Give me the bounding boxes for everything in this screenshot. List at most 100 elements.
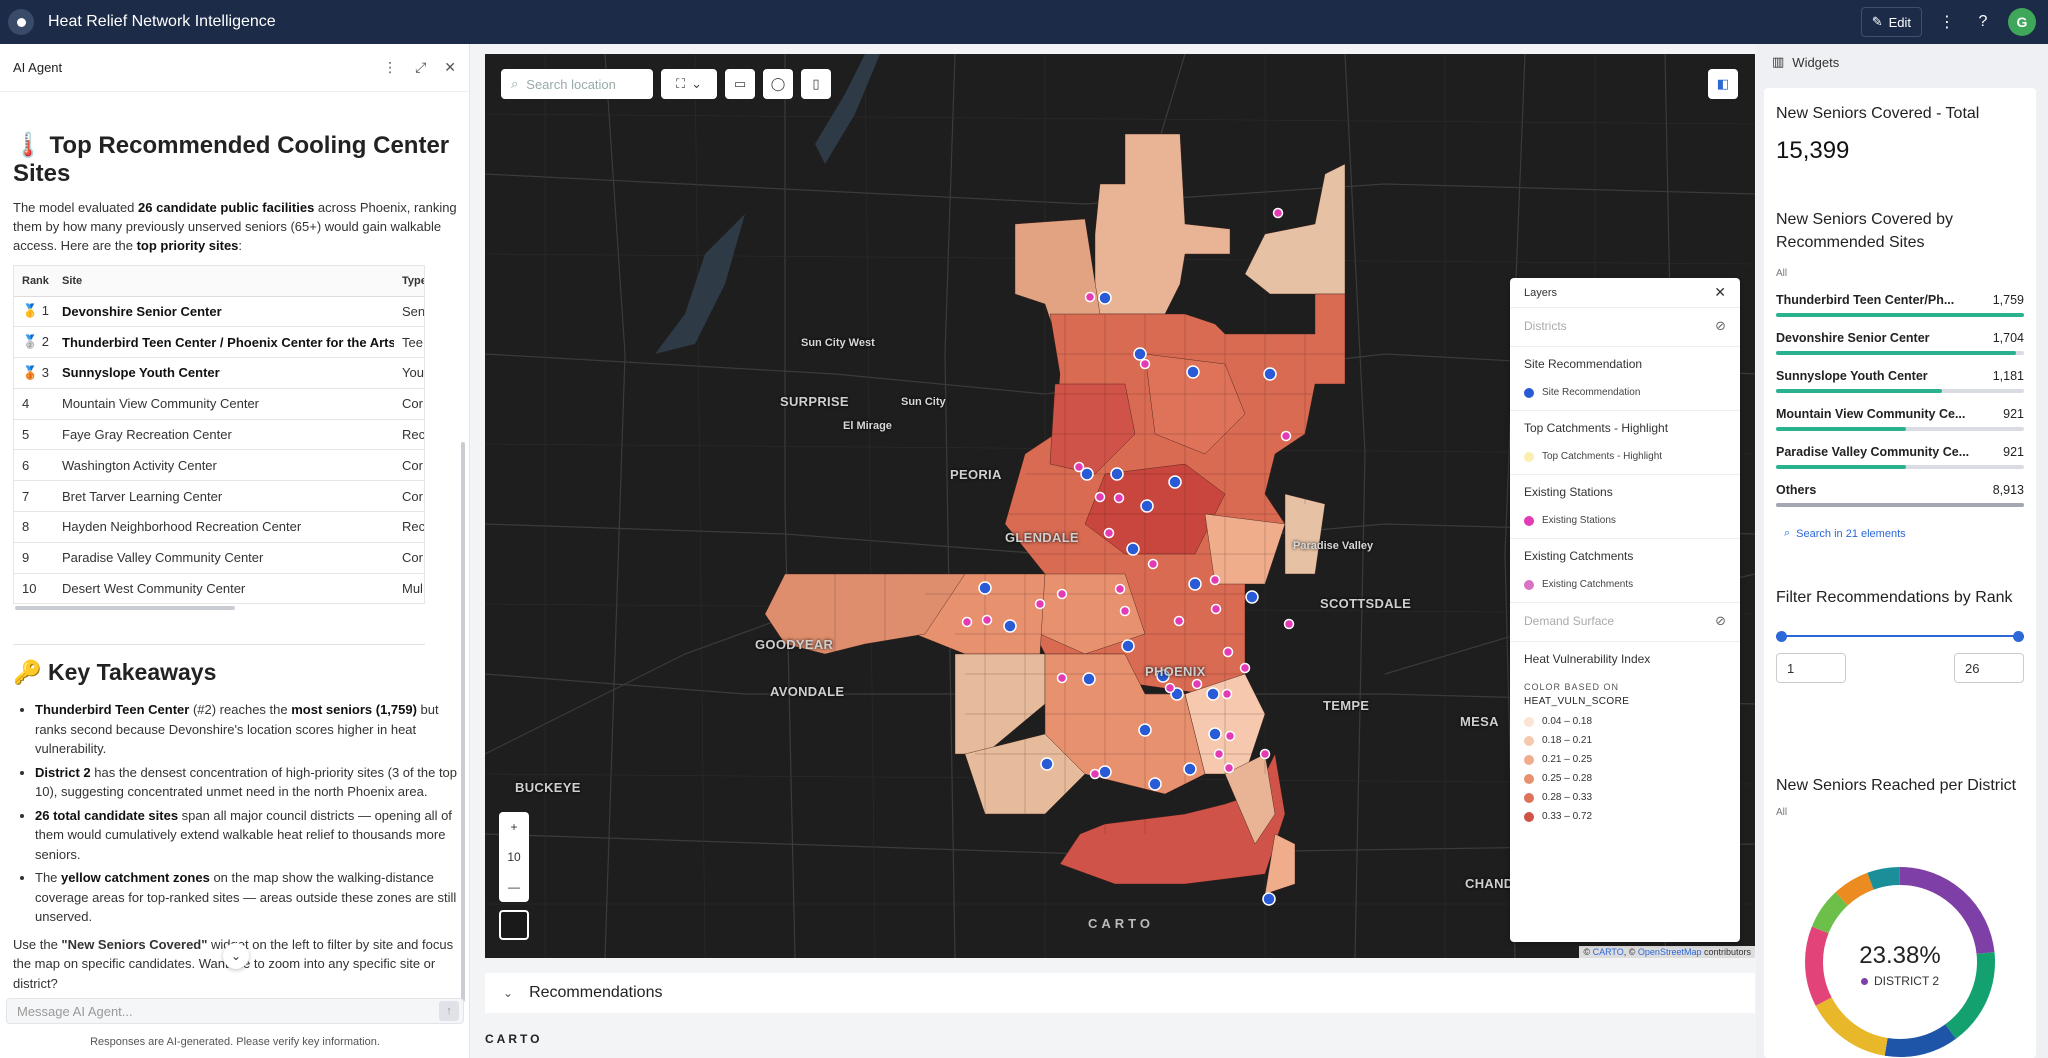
toggle-panel-button[interactable]: ◧ bbox=[1708, 69, 1738, 99]
ai-agent-messages[interactable]: 🌡️ Top Recommended Cooling Center Sites … bbox=[0, 92, 470, 992]
site-recommendation-marker[interactable] bbox=[1121, 639, 1135, 653]
site-recommendation-marker[interactable] bbox=[1186, 365, 1200, 379]
district-donut[interactable]: 23.38% DISTRICT 2 bbox=[1800, 862, 2000, 1058]
site-recommendation-marker[interactable] bbox=[1138, 723, 1152, 737]
existing-station-marker[interactable] bbox=[1089, 768, 1101, 780]
layer-heat-vulnerability[interactable]: Heat Vulnerability Index COLOR BASED ON … bbox=[1510, 642, 1740, 835]
site-recommendation-marker[interactable] bbox=[1168, 475, 1182, 489]
existing-station-marker[interactable] bbox=[1073, 461, 1085, 473]
existing-station-marker[interactable] bbox=[1213, 748, 1225, 760]
search-elements-link[interactable]: ⌕ Search in 21 elements bbox=[1764, 527, 2036, 540]
site-bar-row[interactable]: Devonshire Senior Center 1,704 bbox=[1764, 331, 2036, 355]
all-label[interactable]: All bbox=[1764, 268, 2036, 279]
existing-station-marker[interactable] bbox=[1056, 588, 1068, 600]
existing-station-marker[interactable] bbox=[1224, 730, 1236, 742]
layer-districts[interactable]: Districts ⊘ bbox=[1510, 308, 1740, 347]
site-recommendation-marker[interactable] bbox=[1262, 892, 1276, 906]
range-max-input[interactable]: 26 bbox=[1954, 653, 2024, 683]
chevron-down-icon[interactable]: ⌄ bbox=[503, 986, 513, 1000]
rank-range-slider[interactable] bbox=[1776, 631, 2024, 642]
existing-station-marker[interactable] bbox=[981, 614, 993, 626]
table-horizontal-scrollbar[interactable] bbox=[15, 606, 235, 611]
more-vertical-icon[interactable]: ⋮ bbox=[383, 59, 397, 76]
existing-station-marker[interactable] bbox=[1239, 662, 1251, 674]
existing-station-marker[interactable] bbox=[1164, 682, 1176, 694]
existing-station-marker[interactable] bbox=[1272, 207, 1284, 219]
export-tool-button[interactable]: ▯ bbox=[801, 69, 831, 99]
existing-station-marker[interactable] bbox=[1173, 615, 1185, 627]
existing-station-marker[interactable] bbox=[1084, 291, 1096, 303]
ranking-table-wrapper[interactable]: Rank Site Type 🥇 1 Devonshire Senior Center… bbox=[13, 265, 425, 605]
expand-icon[interactable]: ⤢ bbox=[415, 59, 426, 76]
existing-station-marker[interactable] bbox=[1034, 598, 1046, 610]
slider-handle-min[interactable] bbox=[1776, 631, 1787, 642]
more-vertical-icon[interactable]: ⋮ bbox=[1936, 12, 1958, 32]
existing-station-marker[interactable] bbox=[1280, 430, 1292, 442]
site-recommendation-marker[interactable] bbox=[1188, 577, 1202, 591]
zoom-in-button[interactable]: + bbox=[499, 812, 529, 842]
existing-station-marker[interactable] bbox=[961, 616, 973, 628]
layer-top-catchments[interactable]: Top Catchments - Highlight Top Catchment… bbox=[1510, 411, 1740, 475]
all-label[interactable]: All bbox=[1764, 807, 2036, 818]
slider-handle-max[interactable] bbox=[2013, 631, 2024, 642]
existing-station-marker[interactable] bbox=[1223, 762, 1235, 774]
existing-station-marker[interactable] bbox=[1283, 618, 1295, 630]
avatar[interactable]: G bbox=[2008, 8, 2036, 36]
layer-existing-catchments[interactable]: Existing Catchments Existing Catchments bbox=[1510, 539, 1740, 603]
existing-station-marker[interactable] bbox=[1056, 672, 1068, 684]
existing-station-marker[interactable] bbox=[1114, 583, 1126, 595]
site-recommendation-marker[interactable] bbox=[1148, 777, 1162, 791]
existing-station-marker[interactable] bbox=[1259, 748, 1271, 760]
site-bar-row[interactable]: Thunderbird Teen Center/Ph... 1,759 bbox=[1764, 293, 2036, 317]
existing-station-marker[interactable] bbox=[1209, 574, 1221, 586]
eye-off-icon[interactable]: ⊘ bbox=[1715, 613, 1726, 629]
layer-demand-surface[interactable]: Demand Surface ⊘ bbox=[1510, 603, 1740, 642]
eye-off-icon[interactable]: ⊘ bbox=[1715, 318, 1726, 334]
site-recommendation-marker[interactable] bbox=[978, 581, 992, 595]
help-icon[interactable]: ? bbox=[1972, 13, 1994, 31]
site-recommendation-marker[interactable] bbox=[1003, 619, 1017, 633]
site-recommendation-marker[interactable] bbox=[1110, 467, 1124, 481]
site-recommendation-marker[interactable] bbox=[1208, 727, 1222, 741]
drawing-tool-select[interactable]: ⛶ ⌄ bbox=[661, 69, 717, 99]
existing-station-marker[interactable] bbox=[1139, 358, 1151, 370]
zoom-out-button[interactable]: — bbox=[499, 872, 529, 902]
site-recommendation-marker[interactable] bbox=[1040, 757, 1054, 771]
basemap-button[interactable] bbox=[499, 910, 529, 940]
site-recommendation-marker[interactable] bbox=[1245, 590, 1259, 604]
vertical-scrollbar[interactable] bbox=[461, 442, 465, 1002]
site-recommendation-marker[interactable] bbox=[1206, 687, 1220, 701]
send-icon[interactable]: ↑ bbox=[439, 1001, 459, 1021]
site-recommendation-marker[interactable] bbox=[1098, 765, 1112, 779]
existing-station-marker[interactable] bbox=[1222, 646, 1234, 658]
site-bar-row[interactable]: Sunnyslope Youth Center 1,181 bbox=[1764, 369, 2036, 393]
comment-tool-button[interactable]: ◯ bbox=[763, 69, 793, 99]
site-bar-row[interactable]: Others 8,913 bbox=[1764, 483, 2036, 507]
site-recommendation-marker[interactable] bbox=[1263, 367, 1277, 381]
search-location-input[interactable]: ⌕ Search location bbox=[501, 69, 653, 99]
close-icon[interactable]: ✕ bbox=[444, 59, 456, 76]
site-recommendation-marker[interactable] bbox=[1133, 347, 1147, 361]
existing-station-marker[interactable] bbox=[1147, 558, 1159, 570]
site-recommendation-marker[interactable] bbox=[1183, 762, 1197, 776]
site-recommendation-marker[interactable] bbox=[1140, 499, 1154, 513]
measure-tool-button[interactable]: ▭ bbox=[725, 69, 755, 99]
existing-station-marker[interactable] bbox=[1119, 605, 1131, 617]
existing-station-marker[interactable] bbox=[1094, 491, 1106, 503]
recommendations-bar[interactable]: ⌄ Recommendations bbox=[485, 973, 1755, 1013]
existing-station-marker[interactable] bbox=[1103, 527, 1115, 539]
existing-station-marker[interactable] bbox=[1221, 688, 1233, 700]
site-bar-row[interactable]: Mountain View Community Ce... 921 bbox=[1764, 407, 2036, 431]
existing-station-marker[interactable] bbox=[1191, 678, 1203, 690]
layer-existing-stations[interactable]: Existing Stations Existing Stations bbox=[1510, 475, 1740, 539]
scroll-down-button[interactable]: ⌄ bbox=[223, 943, 249, 969]
existing-station-marker[interactable] bbox=[1113, 492, 1125, 504]
site-recommendation-marker[interactable] bbox=[1098, 291, 1112, 305]
range-min-input[interactable]: 1 bbox=[1776, 653, 1846, 683]
site-recommendation-marker[interactable] bbox=[1126, 542, 1140, 556]
close-icon[interactable]: ✕ bbox=[1714, 284, 1726, 301]
message-input[interactable]: Message AI Agent... ↑ bbox=[6, 998, 464, 1024]
site-recommendation-marker[interactable] bbox=[1082, 672, 1096, 686]
app-logo[interactable] bbox=[8, 9, 34, 35]
layer-site-recommendation[interactable]: Site Recommendation Site Recommendation bbox=[1510, 347, 1740, 411]
